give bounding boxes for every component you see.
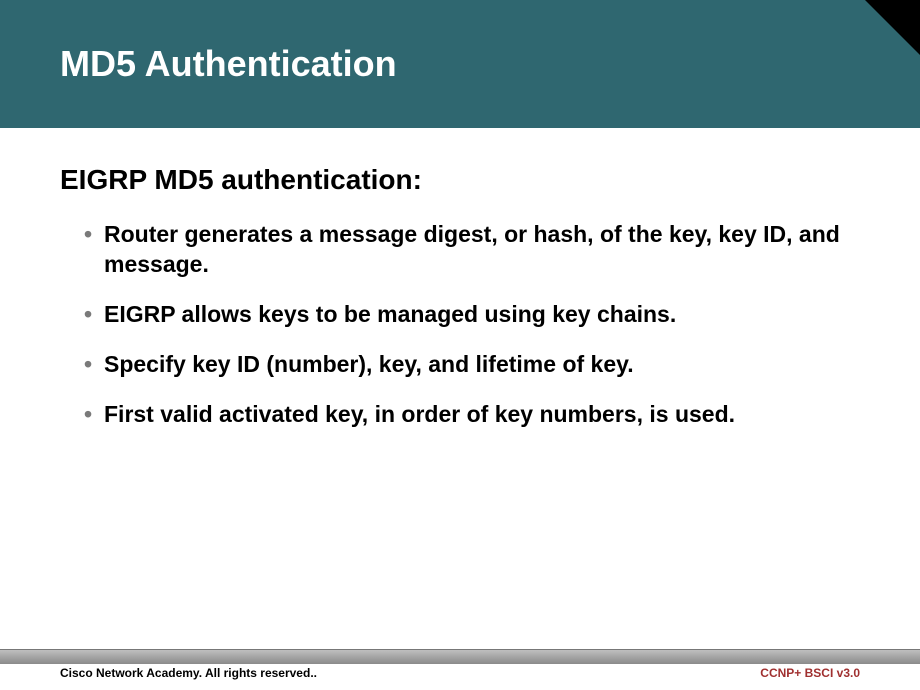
title-bar: MD5 Authentication	[0, 0, 920, 128]
list-item: Router generates a message digest, or ha…	[84, 220, 860, 280]
list-item: EIGRP allows keys to be managed using ke…	[84, 300, 860, 330]
bullet-list: Router generates a message digest, or ha…	[60, 220, 860, 429]
slide-container: MD5 Authentication EIGRP MD5 authenticat…	[0, 0, 920, 690]
list-item: First valid activated key, in order of k…	[84, 400, 860, 430]
slide-title: MD5 Authentication	[60, 43, 397, 85]
footer-course-label: CCNP+ BSCI v3.0	[760, 666, 860, 680]
content-area: EIGRP MD5 authentication: Router generat…	[0, 128, 920, 429]
footer-copyright: Cisco Network Academy. All rights reserv…	[60, 666, 317, 680]
footer-row: Cisco Network Academy. All rights reserv…	[0, 665, 920, 680]
corner-decoration	[865, 0, 920, 55]
footer-divider	[0, 649, 920, 665]
list-item: Specify key ID (number), key, and lifeti…	[84, 350, 860, 380]
content-subtitle: EIGRP MD5 authentication:	[60, 164, 860, 196]
footer: Cisco Network Academy. All rights reserv…	[0, 649, 920, 680]
